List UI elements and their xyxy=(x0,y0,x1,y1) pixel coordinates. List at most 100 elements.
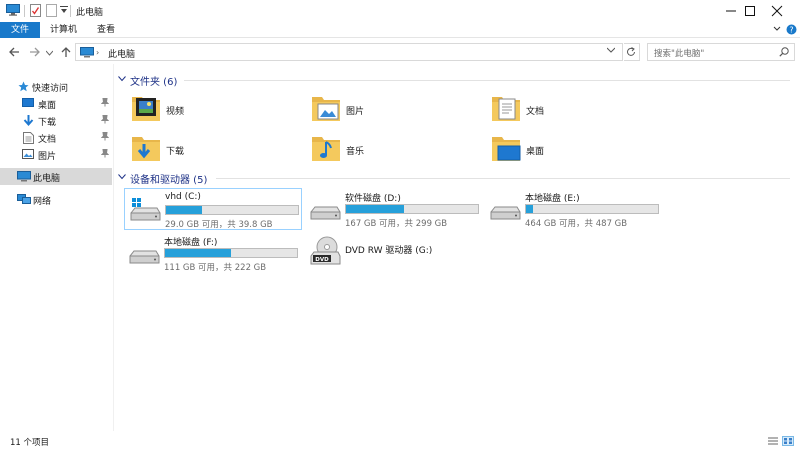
hard-drive-icon xyxy=(128,240,160,269)
pin-icon[interactable] xyxy=(100,132,110,144)
folder-label: 图片 xyxy=(346,107,365,117)
chevron-down-icon[interactable] xyxy=(118,75,126,85)
drive-space-info: 167 GB 可用，共 299 GB xyxy=(345,219,448,229)
desktop-folder-icon xyxy=(490,132,522,167)
nav-item-label: 下载 xyxy=(38,118,57,128)
chevron-down-icon[interactable] xyxy=(118,173,126,183)
drive-name: 软件磁盘 (D:) xyxy=(345,194,401,204)
folder-label: 文档 xyxy=(526,107,545,117)
drive-name: 本地磁盘 (E:) xyxy=(525,194,580,204)
drive-space-info: 111 GB 可用，共 222 GB xyxy=(164,263,267,273)
nav-quick-access[interactable]: 快速访问 xyxy=(0,78,112,95)
folders-group-title: 文件夹 (6) xyxy=(130,77,178,88)
nav-item-desktop[interactable]: 桌面 xyxy=(0,95,112,112)
tab-computer[interactable]: 计算机 xyxy=(50,22,77,38)
folder-documents[interactable]: 文档 xyxy=(490,92,650,128)
details-view-icon[interactable] xyxy=(767,436,779,446)
tab-file[interactable]: 文件 xyxy=(0,22,40,38)
download-icon xyxy=(23,115,34,130)
nav-item-label: 图片 xyxy=(38,152,57,162)
this-pc-icon xyxy=(17,171,31,185)
music-folder-icon xyxy=(310,132,342,167)
breadcrumb-this-pc[interactable]: 此电脑 xyxy=(108,47,135,60)
pictures-folder-icon xyxy=(310,92,342,127)
ribbon-tabs: 文件 计算机 查看 ? xyxy=(0,22,800,38)
document-icon xyxy=(23,132,34,147)
tiles-view-icon[interactable] xyxy=(782,436,794,446)
address-bar[interactable]: › 此电脑 xyxy=(75,43,623,61)
drive-d[interactable]: 软件磁盘 (D:) 167 GB 可用，共 299 GB xyxy=(305,188,483,230)
windows-drive-icon xyxy=(129,197,161,226)
window-title: 此电脑 xyxy=(76,8,104,18)
desktop-icon xyxy=(22,98,34,111)
nav-item-label: 桌面 xyxy=(38,101,57,111)
pin-icon[interactable] xyxy=(100,149,110,161)
nav-item-label: 网络 xyxy=(33,197,52,207)
drive-usage-bar xyxy=(164,248,298,258)
nav-item-this-pc[interactable]: 此电脑 xyxy=(0,168,112,185)
up-arrow-icon[interactable] xyxy=(60,46,72,61)
nav-item-label: 文档 xyxy=(38,135,57,145)
search-placeholder: 搜索"此电脑" xyxy=(654,49,705,59)
close-button[interactable] xyxy=(754,0,800,22)
drive-space-info: 29.0 GB 可用，共 39.8 GB xyxy=(165,220,273,230)
address-dropdown-icon[interactable] xyxy=(606,46,616,56)
folder-label: 下载 xyxy=(166,147,185,157)
folder-videos[interactable]: 视频 xyxy=(130,92,290,128)
dvd-drive-icon: DVD xyxy=(309,236,341,269)
this-pc-icon[interactable] xyxy=(6,4,20,19)
back-arrow-icon[interactable] xyxy=(8,46,20,61)
new-folder-icon[interactable] xyxy=(46,4,57,20)
pictures-icon xyxy=(22,149,34,162)
this-pc-icon xyxy=(80,47,94,61)
pin-icon[interactable] xyxy=(100,98,110,110)
search-input[interactable]: 搜索"此电脑" xyxy=(647,43,795,61)
folder-desktop[interactable]: 桌面 xyxy=(490,132,650,168)
item-count: 11 个项目 xyxy=(10,438,50,448)
customize-toolbar-icon[interactable] xyxy=(60,6,68,17)
properties-icon[interactable] xyxy=(30,4,41,20)
folder-pictures[interactable]: 图片 xyxy=(310,92,470,128)
nav-item-pictures[interactable]: 图片 xyxy=(0,146,112,163)
hard-drive-icon xyxy=(489,196,521,225)
folder-label: 音乐 xyxy=(346,147,365,157)
drive-usage-fill xyxy=(346,205,405,213)
videos-folder-icon xyxy=(130,92,162,127)
drive-g[interactable]: DVD DVD RW 驱动器 (G:) xyxy=(305,232,483,274)
svg-text:DVD: DVD xyxy=(315,257,329,263)
documents-folder-icon xyxy=(490,92,522,127)
folder-label: 视频 xyxy=(166,107,185,117)
breadcrumb-separator-icon[interactable]: › xyxy=(96,48,99,57)
nav-item-label: 此电脑 xyxy=(33,174,61,184)
forward-arrow-icon[interactable] xyxy=(29,46,41,61)
network-icon xyxy=(17,194,31,208)
star-icon xyxy=(18,81,29,95)
downloads-folder-icon xyxy=(130,132,162,167)
help-icon[interactable]: ? xyxy=(786,24,797,38)
drive-usage-fill xyxy=(165,249,231,257)
nav-quick-access-label: 快速访问 xyxy=(32,84,69,94)
expand-ribbon-icon[interactable] xyxy=(772,24,782,37)
folder-label: 桌面 xyxy=(526,147,545,157)
nav-item-downloads[interactable]: 下载 xyxy=(0,112,112,129)
refresh-button[interactable] xyxy=(624,43,640,61)
drive-c[interactable]: vhd (C:) 29.0 GB 可用，共 39.8 GB xyxy=(124,188,302,230)
drive-f[interactable]: 本地磁盘 (F:) 111 GB 可用，共 222 GB xyxy=(124,232,302,274)
search-icon xyxy=(779,47,789,60)
drive-usage-bar xyxy=(165,205,299,215)
folder-music[interactable]: 音乐 xyxy=(310,132,470,168)
drive-usage-fill xyxy=(166,206,202,214)
folder-downloads[interactable]: 下载 xyxy=(130,132,290,168)
nav-item-documents[interactable]: 文档 xyxy=(0,129,112,146)
status-bar: 11 个项目 xyxy=(0,431,800,451)
svg-text:?: ? xyxy=(789,26,793,35)
drive-usage-bar xyxy=(525,204,659,214)
pin-icon[interactable] xyxy=(100,115,110,127)
hard-drive-icon xyxy=(309,196,341,225)
tab-view[interactable]: 查看 xyxy=(97,22,115,38)
drive-space-info: 464 GB 可用，共 487 GB xyxy=(525,219,628,229)
drive-e[interactable]: 本地磁盘 (E:) 464 GB 可用，共 487 GB xyxy=(485,188,663,230)
nav-item-network[interactable]: 网络 xyxy=(0,191,112,208)
title-bar: 此电脑 xyxy=(0,0,800,22)
recent-locations-icon[interactable] xyxy=(45,49,54,59)
